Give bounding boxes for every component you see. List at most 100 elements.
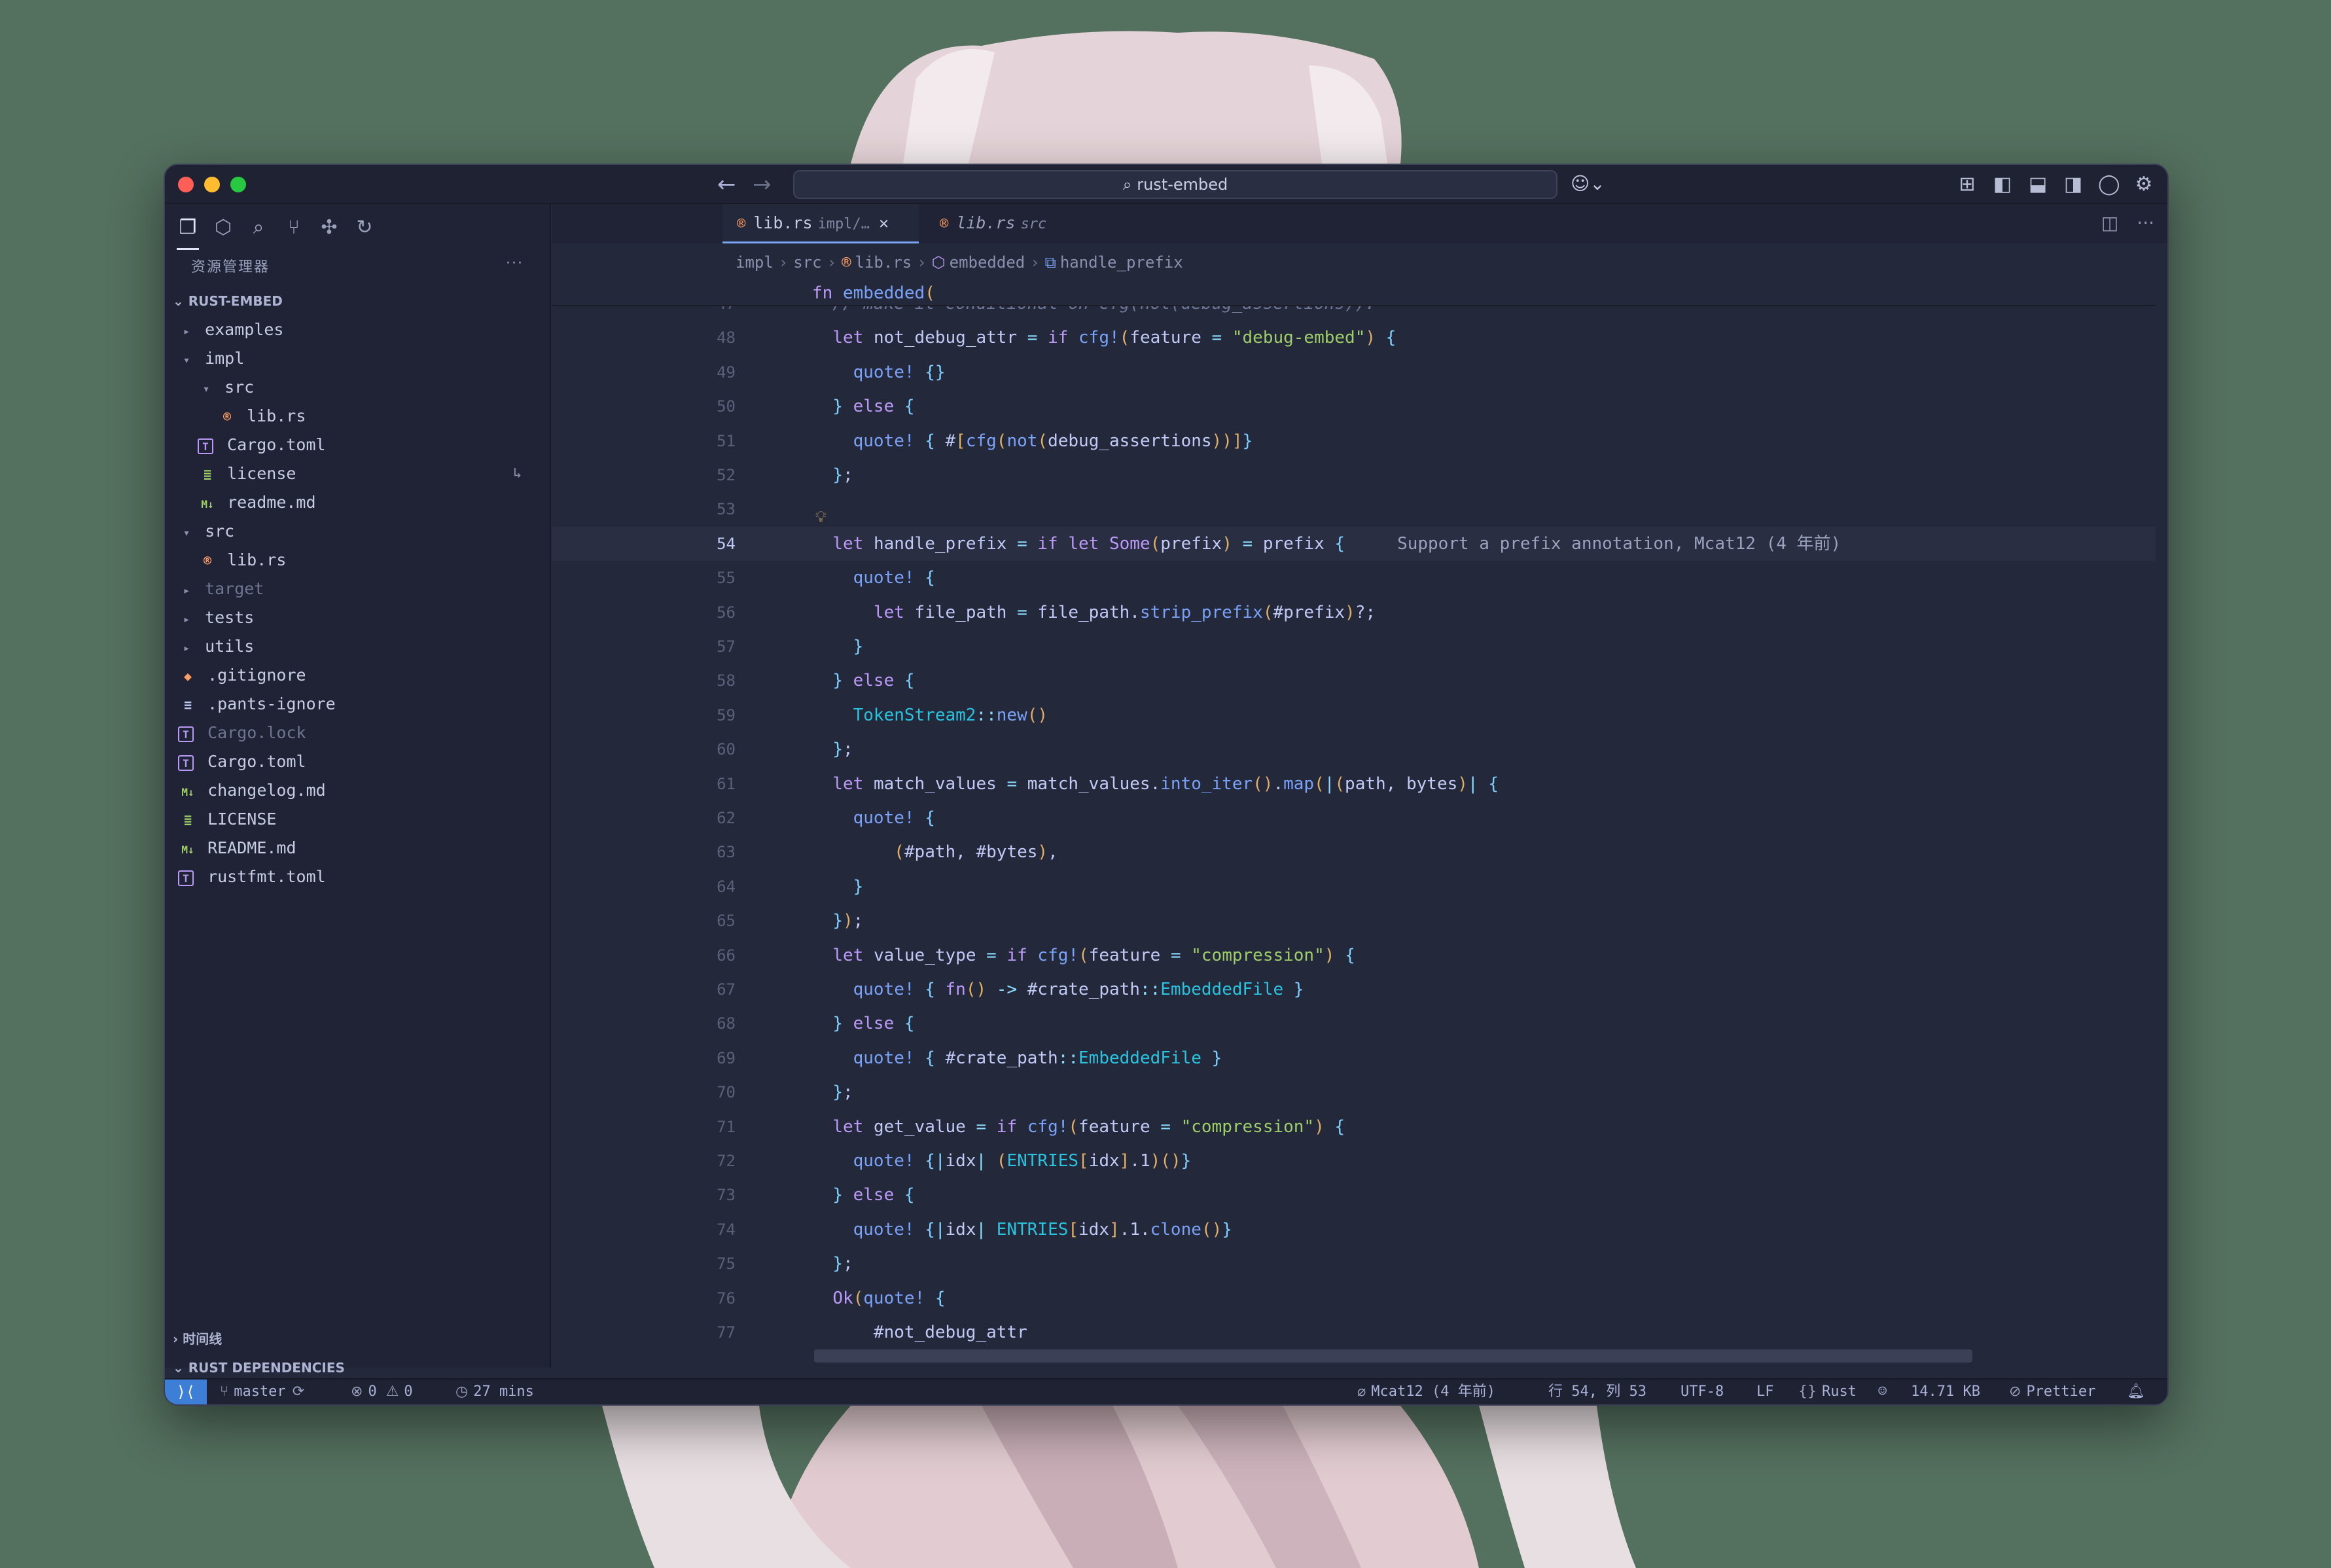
files-icon[interactable]: ❐ <box>177 216 199 250</box>
code-line[interactable]: 74 quote! {|idx| ENTRIES[idx].1.clone()} <box>552 1213 2156 1247</box>
tree-file[interactable]: T Cargo.toml <box>165 431 550 459</box>
tab-lib-rs-src[interactable]: ® lib.rs src <box>925 204 1069 243</box>
tree-folder[interactable]: ▸ tests <box>165 603 550 632</box>
tree-file[interactable]: T Cargo.lock <box>165 719 550 747</box>
code-line[interactable]: 69 quote! { #crate_path::EmbeddedFile } <box>552 1041 2156 1075</box>
breadcrumb-item[interactable]: handle_prefix <box>1060 253 1183 272</box>
code-editor[interactable]: fn embedded( 47 // make it conditional o… <box>552 280 2156 1368</box>
sticky-scroll-header[interactable]: fn embedded( <box>552 280 2156 306</box>
code-line[interactable]: 71 let get_value = if cfg!(feature = "co… <box>552 1110 2156 1144</box>
code-line[interactable]: 49 quote! {} <box>552 355 2156 389</box>
code-line[interactable]: 61 let match_values = match_values.into_… <box>552 767 2156 801</box>
toggle-sidebar-icon[interactable]: ◧ <box>1992 173 2013 196</box>
explorer-more-button[interactable]: ··· <box>506 255 524 287</box>
git-blame-status[interactable]: ⌀ Mcat12 (4 年前) <box>1357 1380 1495 1404</box>
tree-file[interactable]: ≡ .pants-ignore <box>165 690 550 719</box>
code-line[interactable]: 66 let value_type = if cfg!(feature = "c… <box>552 938 2156 972</box>
code-line[interactable]: 58 } else { <box>552 664 2156 698</box>
toggle-panel-icon[interactable]: ⬓ <box>2027 173 2048 196</box>
tree-file[interactable]: M↓ readme.md <box>165 488 550 517</box>
tree-folder[interactable]: ▸ utils <box>165 632 550 661</box>
more-actions-icon[interactable]: ··· <box>2137 212 2154 234</box>
code-line[interactable]: 53 💡︎ <box>552 492 2156 526</box>
minimap[interactable] <box>2161 280 2169 1368</box>
eol-status[interactable]: LF <box>1756 1380 1774 1404</box>
search-icon[interactable]: ⌕ <box>247 216 270 250</box>
code-line[interactable]: 68 } else { <box>552 1007 2156 1041</box>
breadcrumb-item[interactable]: impl <box>736 253 774 272</box>
workspace-root[interactable]: ⌄ RUST-EMBED <box>165 287 550 315</box>
code-line[interactable]: 55 quote! { <box>552 561 2156 595</box>
prettier-status[interactable]: ⊘ Prettier <box>2009 1380 2095 1404</box>
tree-folder[interactable]: ▸ target <box>165 575 550 603</box>
tree-file[interactable]: ◆ .gitignore <box>165 661 550 690</box>
package-icon[interactable]: ⬡ <box>212 216 234 250</box>
code-line[interactable]: 65 }); <box>552 904 2156 938</box>
customize-layout-icon[interactable]: ⊞ <box>1957 173 1978 196</box>
code-line[interactable]: 57 } <box>552 630 2156 664</box>
code-line[interactable]: 50 } else { <box>552 389 2156 423</box>
tree-folder[interactable]: ▾ src <box>165 517 550 546</box>
code-line[interactable]: 56 let file_path = file_path.strip_prefi… <box>552 596 2156 630</box>
close-window-button[interactable] <box>178 177 194 192</box>
code-line[interactable]: 70 }; <box>552 1075 2156 1109</box>
code-line[interactable]: 54 let handle_prefix = if let Some(prefi… <box>552 526 2156 561</box>
back-arrow-icon[interactable]: ← <box>717 171 736 198</box>
settings-gear-icon[interactable]: ⚙ <box>2133 173 2154 196</box>
code-line[interactable]: 48 let not_debug_attr = if cfg!(feature … <box>552 321 2156 355</box>
tree-file[interactable]: ® lib.rs <box>165 402 550 431</box>
code-line[interactable]: 59 TokenStream2::new() <box>552 698 2156 732</box>
code-line[interactable]: 52 }; <box>552 458 2156 492</box>
line-code: #not_debug_attr <box>873 1323 1027 1342</box>
tree-folder[interactable]: ▾ src <box>165 373 550 402</box>
remote-indicator[interactable]: ⟩⟨ <box>165 1380 207 1404</box>
forward-arrow-icon[interactable]: → <box>753 171 772 198</box>
notifications-bell-icon[interactable]: 🔔︎ <box>2127 1380 2145 1404</box>
copilot-icon[interactable]: ☺⌄ <box>1571 173 1605 194</box>
extensions-icon[interactable]: ✣ <box>318 216 340 250</box>
close-tab-icon[interactable]: ✕ <box>879 213 889 232</box>
code-line[interactable]: 62 quote! { <box>552 801 2156 835</box>
code-line[interactable]: 64 } <box>552 870 2156 904</box>
code-line[interactable]: 72 quote! {|idx| (ENTRIES[idx].1)()} <box>552 1144 2156 1178</box>
toggle-secondary-sidebar-icon[interactable]: ◨ <box>2063 173 2084 196</box>
code-line[interactable]: 63 (#path, #bytes), <box>552 835 2156 869</box>
tree-file[interactable]: ® lib.rs <box>165 546 550 575</box>
code-line[interactable]: 76 Ok(quote! { <box>552 1281 2156 1315</box>
line-code: quote! { #crate_path::EmbeddedFile } <box>853 1048 1222 1068</box>
code-line[interactable]: 67 quote! { fn() -> #crate_path::Embedde… <box>552 972 2156 1007</box>
tab-lib-rs-impl[interactable]: ® lib.rs impl/… ✕ <box>722 204 919 243</box>
encoding-status[interactable]: UTF-8 <box>1681 1380 1724 1404</box>
code-line[interactable]: 73 } else { <box>552 1178 2156 1212</box>
problems-indicator[interactable]: ⊗ 0 ⚠ 0 <box>351 1380 413 1404</box>
language-mode[interactable]: {} Rust <box>1798 1380 1857 1404</box>
horizontal-scrollbar[interactable] <box>814 1349 1972 1363</box>
breadcrumb-item[interactable]: embedded <box>950 253 1025 272</box>
code-line[interactable]: 77 #not_debug_attr <box>552 1315 2156 1349</box>
git-branch[interactable]: ⑂ master ⟳ <box>220 1380 310 1404</box>
timeline-section[interactable]: › 时间线 <box>165 1325 222 1353</box>
tree-file[interactable]: M↓ changelog.md <box>165 776 550 805</box>
split-editor-icon[interactable]: ◫ <box>2101 212 2118 234</box>
remote-icon[interactable]: ↻ <box>353 216 376 250</box>
code-line[interactable]: 60 }; <box>552 732 2156 766</box>
cursor-position[interactable]: 行 54, 列 53 <box>1548 1380 1646 1404</box>
breadcrumb-item[interactable]: src <box>793 253 821 272</box>
maximize-window-button[interactable] <box>230 177 246 192</box>
tree-file[interactable]: T Cargo.toml <box>165 747 550 776</box>
tree-folder[interactable]: ▸ examples <box>165 315 550 344</box>
time-tracker[interactable]: ◷ 27 mins <box>455 1380 534 1404</box>
code-line[interactable]: 51 quote! { #[cfg(not(debug_assertions))… <box>552 424 2156 458</box>
copilot-status-icon[interactable]: ☺ <box>1878 1380 1887 1404</box>
code-line[interactable]: 75 }; <box>552 1247 2156 1281</box>
breadcrumb-item[interactable]: lib.rs <box>855 253 912 272</box>
tree-file[interactable]: ≣ LICENSE <box>165 805 550 834</box>
tree-file[interactable]: M↓ README.md <box>165 834 550 863</box>
command-center-search[interactable]: ⌕ rust-embed <box>793 170 1557 199</box>
tree-file[interactable]: T rustfmt.toml <box>165 863 550 891</box>
tree-folder[interactable]: ▾ impl <box>165 344 550 373</box>
tree-file[interactable]: ≣ license ↳ <box>165 459 550 488</box>
account-icon[interactable]: ◯ <box>2098 173 2120 196</box>
git-icon[interactable]: ⑂ <box>283 216 305 250</box>
minimize-window-button[interactable] <box>204 177 220 192</box>
